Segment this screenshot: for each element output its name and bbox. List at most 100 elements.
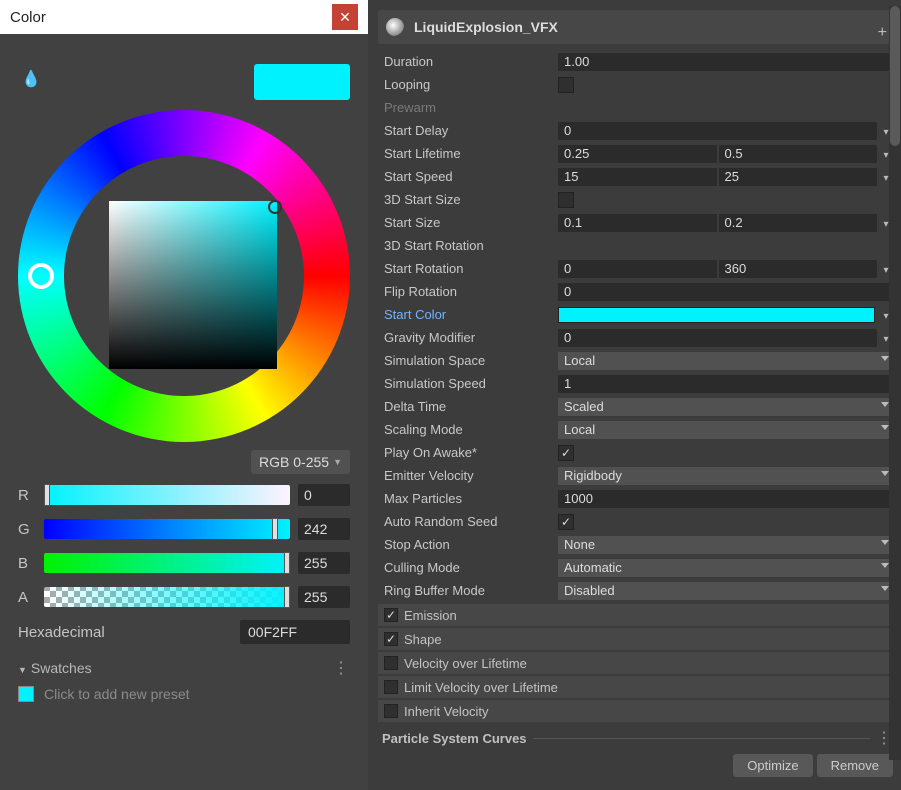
dropdown-field[interactable]: Disabled	[558, 582, 893, 600]
number-field[interactable]: 0	[558, 329, 877, 347]
saturation-value-box[interactable]	[109, 201, 277, 369]
chevron-down-icon	[881, 356, 889, 361]
slider-r: R 0	[18, 484, 350, 506]
module-label: Shape	[404, 632, 442, 647]
slider-g-value[interactable]: 242	[298, 518, 350, 540]
prop-label: Start Delay	[378, 123, 558, 138]
checkbox[interactable]	[558, 77, 574, 93]
add-preset-button[interactable]: Click to add new preset	[18, 686, 350, 702]
inspector-properties: Duration1.00LoopingPrewarmStart Delay0St…	[378, 50, 893, 602]
prop-label: Duration	[378, 54, 558, 69]
prop-start_lifetime: Start Lifetime0.250.5	[378, 142, 893, 165]
number-field[interactable]: 1000	[558, 490, 893, 508]
dropdown-field[interactable]: Local	[558, 352, 893, 370]
scrollbar-thumb[interactable]	[890, 6, 900, 146]
slider-r-thumb[interactable]	[44, 484, 50, 506]
slider-a-thumb[interactable]	[284, 586, 290, 608]
color-picker-body: 💧 RGB 0-255 ▼ R 0 G 242 B	[0, 34, 368, 790]
hex-label: Hexadecimal	[18, 624, 240, 641]
chevron-down-icon	[881, 471, 889, 476]
color-picker-window: Color ✕ 💧 RGB 0-255 ▼ R 0 G	[0, 0, 368, 790]
optimize-button[interactable]: Optimize	[733, 754, 812, 777]
prop-start_speed: Start Speed1525	[378, 165, 893, 188]
prop-max_particles: Max Particles1000	[378, 487, 893, 510]
module-checkbox[interactable]	[384, 656, 398, 670]
number-field[interactable]: 0	[558, 283, 893, 301]
curves-label[interactable]: Particle System Curves	[378, 731, 527, 746]
slider-b-value[interactable]: 255	[298, 552, 350, 574]
module-checkbox[interactable]	[384, 608, 398, 622]
dropdown-field[interactable]: None	[558, 536, 893, 554]
chevron-down-icon	[881, 402, 889, 407]
module-row[interactable]: Shape	[378, 628, 893, 650]
number-field[interactable]: 0.2	[719, 214, 878, 232]
particle-system-header[interactable]: LiquidExplosion_VFX +	[378, 10, 893, 44]
prop-label: Auto Random Seed	[378, 514, 558, 529]
hex-input[interactable]: 00F2FF	[240, 620, 350, 644]
particle-system-icon	[386, 18, 404, 36]
number-field[interactable]: 1	[558, 375, 893, 393]
slider-g-track[interactable]	[44, 519, 290, 539]
dropdown-field[interactable]: Local	[558, 421, 893, 439]
prop-prewarm: Prewarm	[378, 96, 893, 119]
module-row[interactable]: Emission	[378, 604, 893, 626]
number-field[interactable]: 1.00	[558, 53, 893, 71]
number-field[interactable]: 0.5	[719, 145, 878, 163]
slider-b-thumb[interactable]	[284, 552, 290, 574]
prop-stop_action: Stop ActionNone	[378, 533, 893, 556]
number-field[interactable]: 360	[719, 260, 878, 278]
chevron-down-icon: ▼	[333, 457, 342, 467]
prop-label: Emitter Velocity	[378, 468, 558, 483]
number-field[interactable]: 0	[558, 260, 717, 278]
hue-handle[interactable]	[28, 263, 54, 289]
prop-label: Scaling Mode	[378, 422, 558, 437]
number-field[interactable]: 0	[558, 122, 877, 140]
number-field[interactable]: 0.25	[558, 145, 717, 163]
prop-auto_seed: Auto Random Seed	[378, 510, 893, 533]
number-field[interactable]: 0.1	[558, 214, 717, 232]
checkbox[interactable]	[558, 514, 574, 530]
eyedropper-button[interactable]: 💧	[18, 66, 44, 92]
swatches-menu-icon[interactable]: ⋮	[333, 658, 350, 678]
color-mode-dropdown[interactable]: RGB 0-255 ▼	[251, 450, 350, 474]
slider-g-thumb[interactable]	[272, 518, 278, 540]
inspector-panel: LiquidExplosion_VFX + Duration1.00Loopin…	[368, 0, 901, 790]
module-checkbox[interactable]	[384, 704, 398, 718]
slider-b-track[interactable]	[44, 553, 290, 573]
prop-label: Ring Buffer Mode	[378, 583, 558, 598]
module-row[interactable]: Velocity over Lifetime	[378, 652, 893, 674]
prop-ring_buffer: Ring Buffer ModeDisabled	[378, 579, 893, 602]
prop-label: Culling Mode	[378, 560, 558, 575]
module-checkbox[interactable]	[384, 680, 398, 694]
prop-label: Start Rotation	[378, 261, 558, 276]
sv-handle[interactable]	[268, 200, 282, 214]
module-row[interactable]: Limit Velocity over Lifetime	[378, 676, 893, 698]
prop-duration: Duration1.00	[378, 50, 893, 73]
slider-r-value[interactable]: 0	[298, 484, 350, 506]
checkbox[interactable]	[558, 192, 574, 208]
dropdown-field[interactable]: Rigidbody	[558, 467, 893, 485]
prop-label: Prewarm	[378, 100, 558, 115]
swatches-toggle[interactable]: ▼Swatches	[18, 660, 92, 676]
current-color-preview	[254, 64, 350, 100]
remove-button[interactable]: Remove	[817, 754, 893, 777]
inspector-scrollbar[interactable]	[889, 6, 901, 760]
dropdown-field[interactable]: Scaled	[558, 398, 893, 416]
slider-r-track[interactable]	[44, 485, 290, 505]
eyedropper-icon: 💧	[21, 69, 41, 89]
prop-label: Start Speed	[378, 169, 558, 184]
add-icon[interactable]: +	[878, 24, 887, 42]
prop-start_rotation: Start Rotation0360	[378, 257, 893, 280]
module-row[interactable]: Inherit Velocity	[378, 700, 893, 722]
slider-a-value[interactable]: 255	[298, 586, 350, 608]
close-button[interactable]: ✕	[332, 4, 358, 30]
number-field[interactable]: 15	[558, 168, 717, 186]
color-wheel[interactable]	[18, 110, 350, 442]
dropdown-field[interactable]: Automatic	[558, 559, 893, 577]
prop-label: Max Particles	[378, 491, 558, 506]
slider-a-track[interactable]	[44, 587, 290, 607]
checkbox[interactable]	[558, 445, 574, 461]
module-checkbox[interactable]	[384, 632, 398, 646]
number-field[interactable]: 25	[719, 168, 878, 186]
color-field[interactable]	[558, 307, 875, 323]
